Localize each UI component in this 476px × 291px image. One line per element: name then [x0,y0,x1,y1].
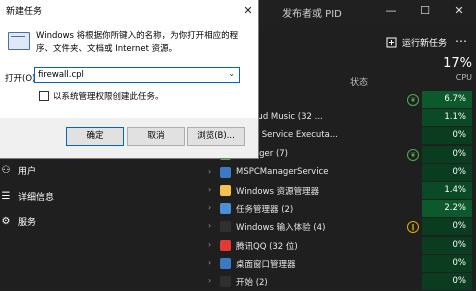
app-icon [220,221,231,233]
app-icon [220,239,231,251]
cpu-total-percent: 17% [443,56,472,71]
dialog-title: 新建任务 [6,7,43,17]
dialog-footer: 确定 取消 浏览(B)... [0,118,258,158]
process-row[interactable]: › 腾讯QQ (32 位) 0% [200,236,476,255]
chevron-right-icon[interactable]: › [208,276,211,285]
window-controls: — ☐ ✕ [374,0,476,20]
chevron-down-icon[interactable]: ⌄ [228,69,235,78]
ok-button[interactable]: 确定 [66,127,124,146]
maximize-button[interactable]: ☐ [408,0,442,20]
chevron-right-icon[interactable]: › [208,185,211,194]
app-icon [220,203,231,215]
efficiency-mode-icon: ❦ [407,94,419,106]
app-icon [220,276,231,287]
cpu-value: 0% [422,127,472,145]
close-button[interactable]: ✕ [442,0,476,20]
process-name: Windows 资源管理器 [236,187,320,197]
run-new-task-label: 运行新任务 [402,39,448,49]
cpu-value: 0% [422,145,472,163]
process-row[interactable]: › 桌面窗口管理器 0% [200,254,476,273]
chevron-right-icon[interactable]: › [208,221,211,230]
search-box[interactable]: 发布者或 PID [282,5,342,20]
sidebar-item-details[interactable]: ☰ 详细信息 [0,190,55,204]
process-name: 开始 (2) [236,278,268,288]
dialog-close-button[interactable]: ✕ [238,0,258,22]
dialog-body: Windows 将根据你所键入的名称，为你打开相应的程序、文件夹、文档或 Int… [0,22,258,118]
chevron-right-icon[interactable]: › [208,203,211,212]
suspended-icon: ǁ [407,221,419,234]
minimize-button[interactable]: — [374,0,408,20]
browse-button[interactable]: 浏览(B)... [187,127,245,146]
services-icon: ⚙ [1,215,11,227]
cpu-value: 0% [422,236,472,254]
run-new-task-button[interactable]: 运行新任务 [386,36,447,49]
efficiency-mode-icon: ❦ [407,148,419,161]
cpu-value: 2.2% [422,200,472,218]
run-dialog: 新建任务 ✕ Windows 将根据你所键入的名称，为你打开相应的程序、文件夹、… [0,0,259,159]
sidebar-item-label: 详细信息 [18,193,55,203]
sidebar-item-label: 用户 [18,167,37,177]
cpu-column-label: CPU [455,73,472,82]
open-combobox[interactable]: firewall.cpl ⌄ [34,67,240,83]
run-task-icon [386,37,397,48]
process-name: 腾讯QQ (32 位) [236,241,298,252]
chevron-right-icon[interactable]: › [208,167,211,176]
admin-privilege-checkbox[interactable]: 以系统管理权限创建此任务。 [39,90,164,102]
dialog-description: Windows 将根据你所键入的名称，为你打开相应的程序、文件夹、文档或 Int… [36,31,239,54]
sidebar-item-services[interactable]: ⚙ 服务 [0,215,37,229]
cpu-column-header[interactable]: 17% CPU [420,56,472,82]
chevron-right-icon[interactable]: › [208,258,211,267]
process-row[interactable]: › Windows 资源管理器 1.4% [200,182,476,200]
users-icon: ⚇ [1,164,11,176]
cpu-value: 1.1% [422,109,472,127]
process-name: 任务管理器 (2) [236,205,294,216]
cpu-value: 0% [422,273,472,290]
app-icon [220,185,231,196]
process-row[interactable]: › 任务管理器 (2) 2.2% [200,200,476,218]
cpu-value: 0% [422,163,472,181]
cancel-button[interactable]: 取消 [127,127,185,146]
process-name: 桌面窗口管理器 [236,259,296,270]
process-row[interactable]: › MSPCManagerService 0% [200,163,476,182]
sidebar-item-label: 服务 [18,218,37,228]
search-text: 发布者或 PID [282,9,342,20]
process-name: Windows 输入体验 (4) [236,223,326,234]
app-icon [220,257,231,269]
more-options-button[interactable]: ⋯ [455,34,467,48]
cpu-value: 0% [422,218,472,236]
checkbox-box[interactable] [39,91,49,101]
dialog-title-bar: 新建任务 ✕ [0,0,258,22]
app-icon [220,166,231,178]
process-name: MSPCManagerService [236,166,329,177]
status-column-header[interactable]: 状态 [350,75,368,88]
cpu-value: 0% [422,254,472,272]
run-program-icon [8,32,30,50]
details-icon: ☰ [1,190,11,202]
cpu-value: 1.4% [422,182,472,199]
process-row[interactable]: › 开始 (2) 0% [200,273,476,291]
process-row[interactable]: › Windows 输入体验 (4) ǁ 0% [200,218,476,236]
admin-checkbox-label: 以系统管理权限创建此任务。 [53,92,164,102]
sidebar-item-users[interactable]: ⚇ 用户 [0,164,37,178]
open-input-value[interactable]: firewall.cpl [38,70,84,80]
cpu-value: 6.7% [422,91,472,108]
chevron-right-icon[interactable]: › [208,240,211,249]
